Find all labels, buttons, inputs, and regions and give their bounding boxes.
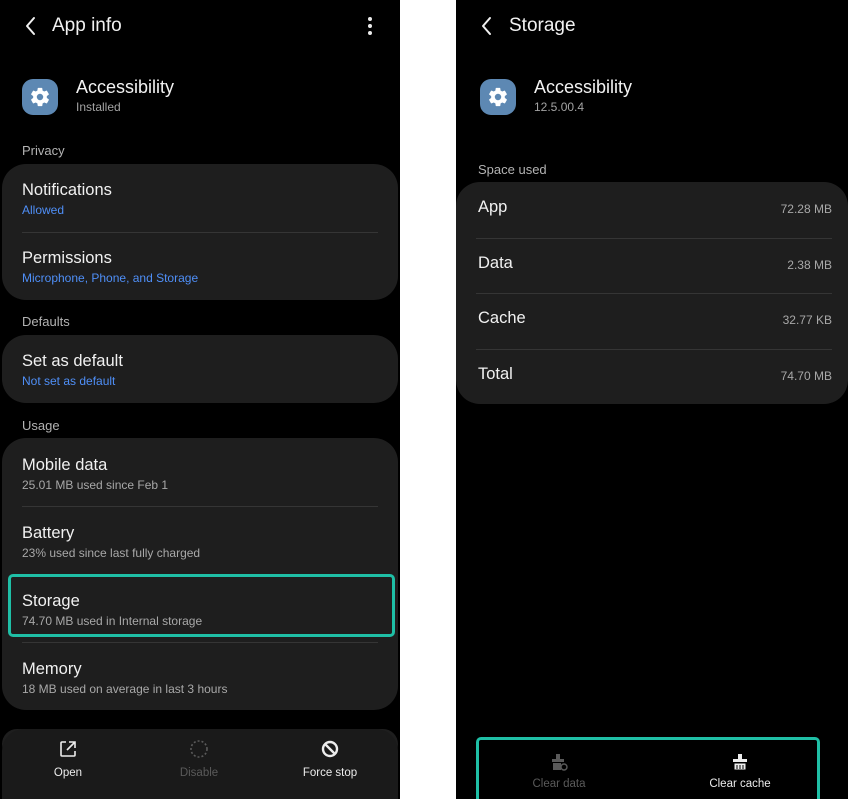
bottom-action-bar: Open Disable Force stop (2, 729, 398, 799)
clear-cache-icon (733, 754, 747, 771)
more-options-button[interactable] (366, 14, 374, 38)
row-value: 32.77 KB (782, 313, 832, 327)
disable-label: Disable (179, 767, 219, 779)
open-label: Open (53, 767, 83, 779)
app-version: 12.5.00.4 (534, 100, 585, 114)
clear-data-button[interactable]: Clear data (494, 752, 624, 790)
chevron-left-icon (26, 17, 35, 35)
force-stop-label: Force stop (302, 767, 358, 779)
memory-title: Memory (22, 660, 82, 678)
privacy-card: Notifications Allowed Permissions Microp… (2, 164, 398, 300)
notifications-item[interactable]: Notifications Allowed (2, 164, 398, 232)
row-value: 2.38 MB (787, 258, 832, 272)
row-label: App (478, 198, 508, 216)
chevron-left-icon (482, 17, 491, 35)
set-as-default-item[interactable]: Set as default Not set as default (2, 335, 398, 403)
storage-row-total: Total 74.70 MB (456, 349, 848, 404)
set-as-default-status: Not set as default (22, 374, 116, 388)
gear-icon (489, 87, 507, 107)
notifications-title: Notifications (22, 181, 112, 199)
gear-icon (31, 87, 49, 107)
open-external-icon (60, 741, 76, 757)
storage-actions-highlight: Clear data Clear cache (476, 737, 820, 799)
force-stop-button[interactable]: Force stop (265, 739, 395, 795)
clear-cache-label: Clear cache (709, 778, 771, 790)
back-button[interactable] (22, 14, 40, 38)
notifications-status: Allowed (22, 203, 65, 217)
memory-summary: 18 MB used on average in last 3 hours (22, 682, 228, 696)
space-used-card: App 72.28 MB Data 2.38 MB Cache 32.77 KB… (456, 182, 848, 404)
permissions-title: Permissions (22, 249, 112, 267)
force-stop-icon (321, 740, 339, 758)
battery-title: Battery (22, 524, 75, 542)
row-label: Data (478, 254, 513, 272)
permissions-status: Microphone, Phone, and Storage (22, 271, 199, 285)
memory-item[interactable]: Memory 18 MB used on average in last 3 h… (2, 643, 398, 710)
row-label: Total (478, 365, 513, 383)
section-label-usage: Usage (22, 418, 60, 433)
set-as-default-title: Set as default (22, 352, 123, 370)
open-button[interactable]: Open (3, 739, 133, 795)
mobile-data-title: Mobile data (22, 456, 108, 474)
row-value: 74.70 MB (780, 369, 832, 383)
app-icon (480, 79, 516, 115)
more-vertical-icon (368, 17, 372, 21)
storage-row-app: App 72.28 MB (456, 182, 848, 237)
disable-button[interactable]: Disable (134, 739, 264, 795)
permissions-item[interactable]: Permissions Microphone, Phone, and Stora… (2, 233, 398, 300)
page-title: App info (52, 15, 122, 36)
storage-row-cache: Cache 32.77 KB (456, 293, 848, 348)
app-status: Installed (76, 100, 121, 114)
storage-row-data: Data 2.38 MB (456, 238, 848, 293)
row-value: 72.28 MB (780, 202, 832, 216)
storage-screen: Storage Accessibility 12.5.00.4 Space us… (456, 0, 848, 799)
section-label-space-used: Space used (478, 162, 547, 177)
app-name: Accessibility (534, 77, 633, 97)
storage-header: Storage (456, 0, 848, 52)
back-button[interactable] (478, 14, 496, 38)
section-label-defaults: Defaults (22, 314, 70, 329)
section-label-privacy: Privacy (22, 143, 65, 158)
clear-data-label: Clear data (532, 778, 586, 790)
app-icon (22, 79, 58, 115)
storage-highlight-box (8, 574, 395, 637)
defaults-card: Set as default Not set as default (2, 335, 398, 403)
app-info-header: App info (0, 0, 400, 52)
disable-circle-icon (190, 740, 208, 758)
clear-data-icon (552, 754, 568, 771)
battery-item[interactable]: Battery 23% used since last fully charge… (2, 507, 398, 574)
app-info-screen: App info Accessibility Installed Privacy… (0, 0, 400, 799)
app-name: Accessibility (76, 77, 175, 97)
mobile-data-item[interactable]: Mobile data 25.01 MB used since Feb 1 (2, 438, 398, 506)
page-title: Storage (509, 15, 576, 36)
row-label: Cache (478, 309, 526, 327)
clear-cache-button[interactable]: Clear cache (675, 752, 805, 790)
battery-summary: 23% used since last fully charged (22, 546, 201, 560)
mobile-data-summary: 25.01 MB used since Feb 1 (22, 478, 169, 492)
